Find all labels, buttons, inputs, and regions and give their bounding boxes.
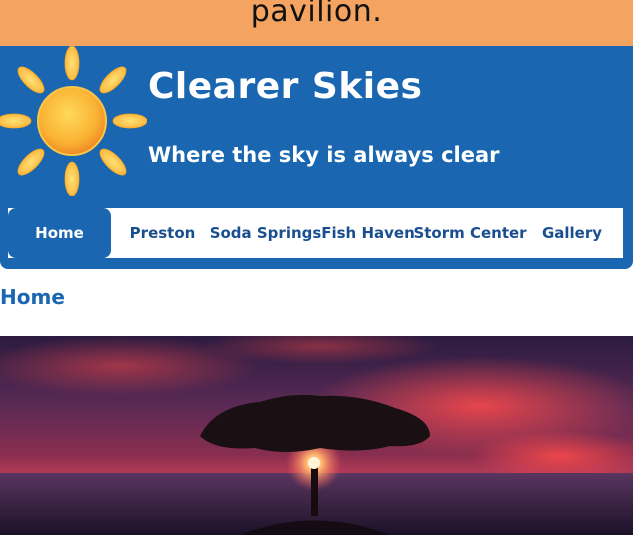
sun-icon: [0, 46, 147, 196]
page-title: Home: [0, 285, 65, 309]
nav-item-storm-center[interactable]: Storm Center: [413, 208, 526, 258]
main-nav: Home Preston Soda Springs Fish Haven Sto…: [8, 208, 623, 258]
site-tagline: Where the sky is always clear: [148, 143, 500, 167]
nav-item-soda-springs[interactable]: Soda Springs: [210, 208, 322, 258]
alert-banner: pavilion.: [0, 0, 633, 46]
site-header: Clearer Skies Where the sky is always cl…: [0, 46, 633, 269]
nav-item-fish-haven[interactable]: Fish Haven: [317, 208, 419, 258]
nav-item-home[interactable]: Home: [8, 208, 111, 258]
site-title: Clearer Skies: [148, 66, 423, 107]
nav-item-preston[interactable]: Preston: [111, 208, 214, 258]
nav-item-gallery[interactable]: Gallery: [521, 208, 623, 258]
hero-image: [0, 336, 633, 535]
banner-text: pavilion.: [250, 0, 383, 29]
